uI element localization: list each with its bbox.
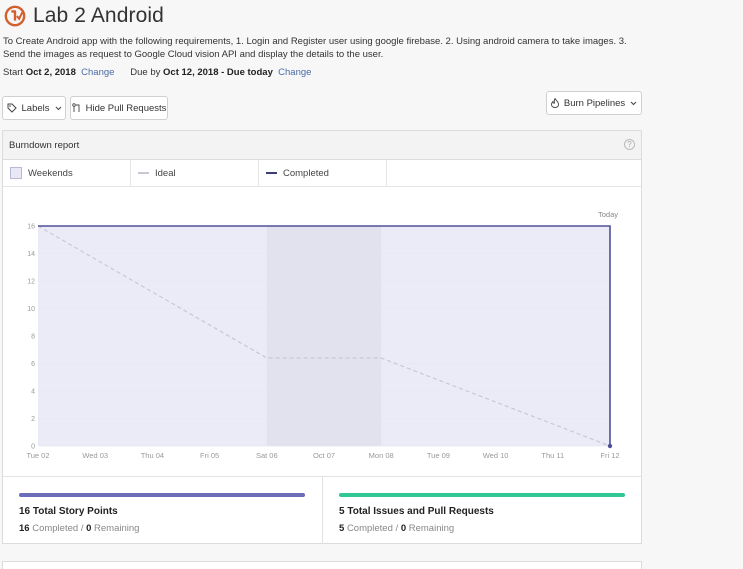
x-tick-label: Wed 10 (483, 451, 509, 460)
chevron-down-icon (630, 101, 637, 105)
due-label: Due by (130, 67, 161, 78)
weekend-swatch (10, 167, 22, 179)
milestone-header: Lab 2 Android (4, 3, 164, 29)
hide-pull-requests-button[interactable]: Hide Pull Requests (70, 96, 168, 120)
burndown-chart: 0 2 4 6 8 10 12 14 16 Tue 02 Wed 03 Thu 04 Fri 05 Sat… (3, 188, 641, 468)
x-tick-label: Sat 06 (256, 451, 278, 460)
milestone-description: To Create Android app with the following… (3, 36, 627, 60)
legend-weekends[interactable]: Weekends (3, 160, 131, 186)
y-tick-label: 6 (31, 361, 35, 368)
issues-breakdown: 5 Completed / 0 Remaining (339, 523, 454, 534)
pull-request-icon (71, 103, 80, 112)
y-tick-label: 12 (27, 279, 35, 286)
stats-row: 16 Total Story Points 16 Completed / 0 R… (3, 476, 641, 544)
x-tick-label: Fri 12 (600, 451, 619, 460)
story-points-total: 16 Total Story Points (19, 506, 118, 517)
story-points-remaining-count: 0 (86, 523, 92, 534)
labels-button-label: Labels (21, 102, 50, 114)
burn-pipelines-label: Burn Pipelines (563, 97, 626, 109)
legend-ideal[interactable]: Ideal (131, 160, 259, 186)
labels-button[interactable]: Labels (2, 96, 66, 120)
page-title: Lab 2 Android (33, 4, 164, 27)
issues-completed-count: 5 (339, 523, 345, 534)
x-tick-label: Wed 03 (82, 451, 108, 460)
issues-remaining-label: Remaining (408, 523, 455, 534)
y-tick-label: 10 (27, 306, 35, 313)
chevron-down-icon (55, 106, 61, 110)
y-tick-label: 2 (31, 416, 35, 423)
start-date: Oct 2, 2018 (25, 67, 76, 78)
story-points-stat: 16 Total Story Points 16 Completed / 0 R… (3, 477, 322, 544)
issues-progress-bar (339, 493, 625, 497)
chart-legend: Weekends Ideal Completed (3, 160, 641, 187)
issues-completed-label: Completed (346, 523, 393, 534)
issues-total: 5 Total Issues and Pull Requests (339, 506, 494, 517)
y-tick-label: 8 (31, 334, 35, 341)
y-tick-label: 0 (31, 444, 35, 451)
hide-pull-requests-label: Hide Pull Requests (85, 102, 167, 114)
issues-stat: 5 Total Issues and Pull Requests 5 Compl… (322, 477, 641, 544)
due-date: Oct 12, 2018 - Due today (163, 67, 273, 78)
weekend-band-overlay (266, 226, 382, 446)
legend-weekends-label: Weekends (28, 167, 73, 179)
completed-swatch (266, 172, 277, 174)
x-tick-label: Thu 11 (541, 451, 564, 460)
burndown-header: Burndown report ? (3, 131, 641, 160)
story-points-breakdown: 16 Completed / 0 Remaining (19, 523, 139, 534)
story-points-completed-label: Completed (32, 523, 79, 534)
milestone-dates: Start Oct 2, 2018 Change Due by Oct 12, … (3, 67, 311, 78)
y-tick-label: 16 (27, 224, 35, 231)
legend-completed-label: Completed (283, 167, 329, 179)
ideal-swatch (138, 172, 149, 174)
milestone-logo-icon (4, 5, 26, 27)
burn-pipelines-button[interactable]: Burn Pipelines (546, 91, 642, 115)
legend-ideal-label: Ideal (155, 167, 176, 179)
legend-completed[interactable]: Completed (259, 160, 387, 186)
separator: / (80, 523, 84, 534)
change-due-link[interactable]: Change (278, 67, 311, 78)
separator: / (395, 523, 399, 534)
today-label: Today (598, 210, 618, 219)
x-tick-label: Mon 08 (369, 451, 394, 460)
start-label: Start (3, 67, 24, 78)
change-start-link[interactable]: Change (81, 67, 114, 78)
story-points-progress-bar (19, 493, 305, 497)
burndown-chart-svg: 0 2 4 6 8 10 12 14 16 Tue 02 Wed 03 Thu 04 Fri 05 Sat… (26, 210, 619, 460)
x-tick-label: Oct 07 (313, 451, 335, 460)
x-tick-label: Tue 09 (427, 451, 450, 460)
y-tick-label: 4 (31, 389, 35, 396)
x-tick-label: Thu 04 (141, 451, 164, 460)
story-points-remaining-label: Remaining (94, 523, 140, 534)
issues-remaining-count: 0 (400, 523, 407, 534)
tag-icon (7, 103, 17, 113)
burndown-panel: Burndown report ? Weekends Ideal Complet… (2, 130, 642, 544)
x-tick-label: Fri 05 (200, 451, 219, 460)
y-tick-label: 14 (27, 251, 35, 258)
completed-point (607, 443, 613, 449)
burndown-title: Burndown report (9, 139, 80, 151)
x-tick-label: Tue 02 (26, 451, 49, 460)
help-icon[interactable]: ? (624, 139, 635, 150)
fire-icon (550, 98, 559, 108)
story-points-completed-count: 16 (19, 523, 30, 534)
